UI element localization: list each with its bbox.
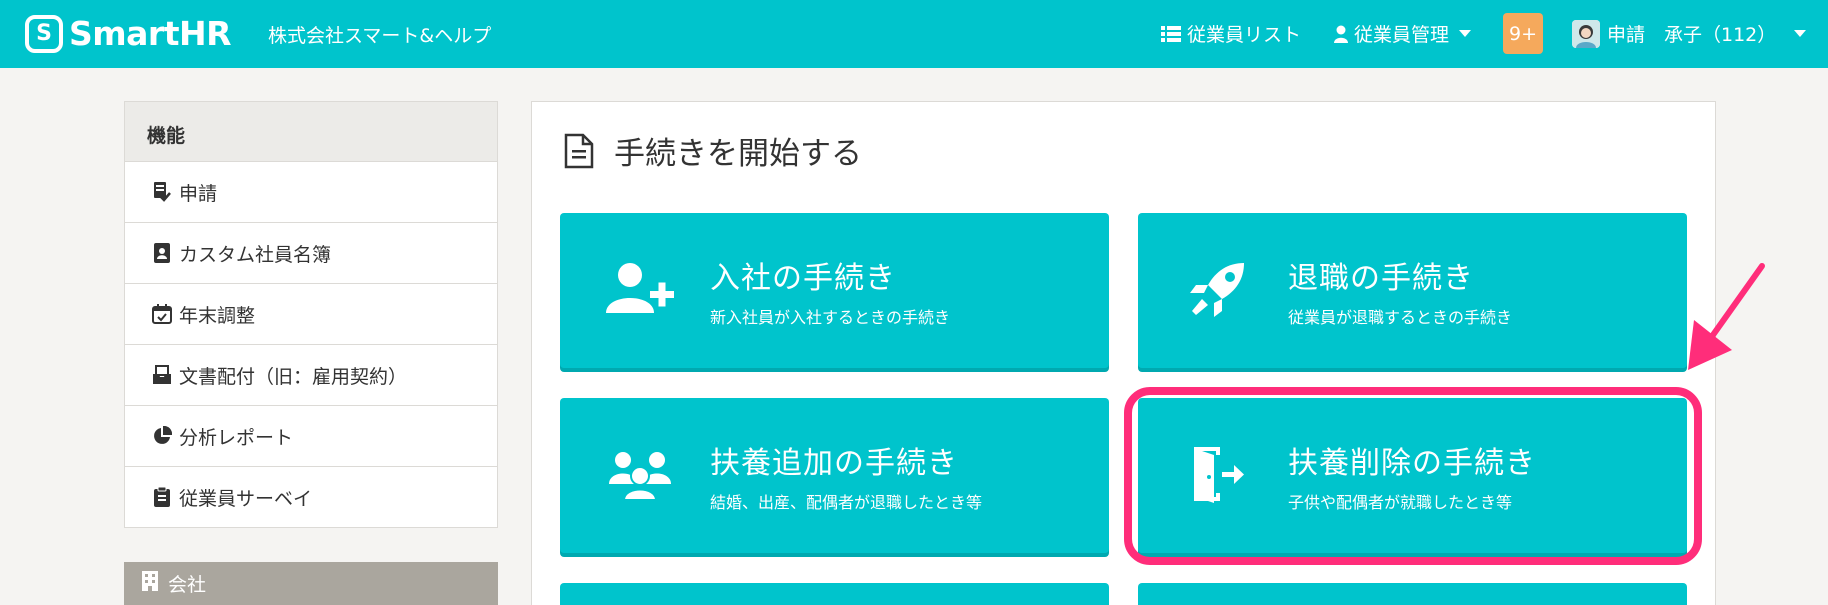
list-icon (1161, 25, 1181, 42)
nav-employee-list-label: 従業員リスト (1187, 24, 1302, 46)
sidebar-item-analytics[interactable]: 分析レポート (124, 406, 498, 467)
sidebar-heading: 機能 (124, 101, 498, 162)
company-name: 株式会社スマート&ヘルプ (268, 25, 492, 47)
sidebar-item-label: 文書配付（旧：雇用契約） (179, 365, 408, 388)
chevron-down-icon (1794, 30, 1807, 37)
card-subtitle: 結婚、出産、配偶者が退職したとき等 (710, 493, 983, 512)
smarthr-logo[interactable]: S SmartHR (25, 14, 232, 53)
highlight-box (1124, 387, 1702, 565)
pie-chart-icon (151, 426, 173, 446)
address-book-icon (151, 243, 173, 263)
card-subtitle: 従業員が退職するときの手続き (1288, 308, 1513, 327)
card-title: 退職の手続き (1288, 261, 1474, 296)
card-add-dependent[interactable]: 扶養追加の手続き 結婚、出産、配偶者が退職したとき等 (560, 398, 1109, 553)
sidebar: 機能 申請 カスタム社員名簿 年末調整 文書配付（旧：雇用契約） 分析レポート (124, 101, 498, 528)
card-title: 扶養追加の手続き (710, 446, 958, 481)
card-title: 入社の手続き (710, 261, 896, 296)
sidebar-item-custom-roster[interactable]: カスタム社員名簿 (124, 223, 498, 284)
nav-employee-list[interactable]: 従業員リスト (1161, 20, 1301, 47)
avatar (1572, 20, 1600, 48)
sidebar-item-label: 申請 (179, 182, 218, 205)
nav-employee-manage-label: 従業員管理 (1354, 24, 1450, 46)
user-plus-icon (604, 259, 676, 319)
user-icon (1334, 25, 1348, 43)
nav-employee-manage[interactable]: 従業員管理 (1334, 20, 1472, 47)
sidebar-section-company[interactable]: 会社 (124, 562, 498, 605)
notification-badge[interactable]: 9+ (1503, 13, 1543, 54)
inbox-icon (151, 365, 173, 385)
page-title-text: 手続きを開始する (614, 136, 862, 172)
card-more-right[interactable] (1138, 583, 1687, 605)
card-subtitle: 新入社員が入社するときの手続き (710, 308, 951, 327)
chevron-down-icon (1459, 30, 1472, 37)
sidebar-item-survey[interactable]: 従業員サーベイ (124, 467, 498, 528)
clipboard-icon (151, 487, 173, 507)
arrow-annotation-icon (1688, 263, 1765, 370)
sidebar-item-label: 年末調整 (179, 304, 256, 327)
building-icon (142, 571, 158, 596)
user-menu[interactable]: 申請 承子（112） (1607, 20, 1807, 47)
user-name: 申請 承子（112） (1607, 24, 1777, 46)
sidebar-item-label: カスタム社員名簿 (179, 243, 332, 266)
card-resignation[interactable]: 退職の手続き 従業員が退職するときの手続き (1138, 213, 1687, 368)
card-onboarding[interactable]: 入社の手続き 新入社員が入社するときの手続き (560, 213, 1109, 368)
sidebar-item-documents[interactable]: 文書配付（旧：雇用契約） (124, 345, 498, 406)
document-icon (564, 133, 594, 168)
sidebar-item-request[interactable]: 申請 (124, 162, 498, 223)
logo-text: SmartHR (69, 14, 232, 53)
checklist-icon (151, 182, 173, 202)
sidebar-item-label: 分析レポート (179, 426, 294, 449)
logo-mark-icon: S (25, 14, 63, 53)
rocket-icon (1182, 259, 1254, 319)
sidebar-item-label: 従業員サーベイ (179, 487, 313, 510)
calendar-check-icon (151, 304, 173, 324)
card-more-left[interactable] (560, 583, 1109, 605)
page-title: 手続きを開始する (564, 128, 862, 173)
top-header: S SmartHR 株式会社スマート&ヘルプ 従業員リスト 従業員管理 9+ 申… (0, 0, 1828, 68)
users-icon (604, 444, 676, 504)
sidebar-company-label: 会社 (168, 574, 207, 596)
sidebar-item-year-end[interactable]: 年末調整 (124, 284, 498, 345)
